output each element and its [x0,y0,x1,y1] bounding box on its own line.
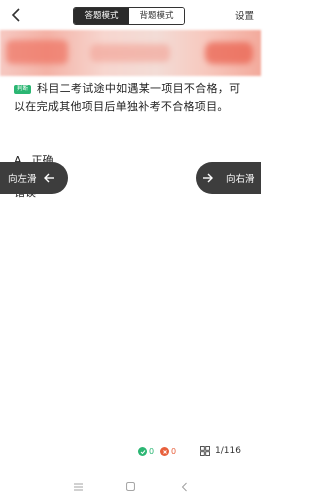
wrong-count: 0 [160,447,176,456]
ad-banner[interactable] [0,30,261,76]
back-icon[interactable] [180,482,189,492]
swipe-left-hint[interactable]: 向左滑 [0,162,68,194]
swipe-right-label: 向右滑 [226,174,255,185]
arrow-right-icon [202,172,214,184]
question-stem: 判断 科目二考试途中如遇某一项目不合格，可以在完成其他项目后单独补考不合格项目。 [14,80,248,116]
back-button[interactable] [8,6,26,24]
chevron-left-icon [11,8,20,22]
top-bar: 答题模式 背题模式 设置 [0,0,261,30]
question-progress[interactable]: 1/116 [200,446,241,456]
check-icon [138,447,147,456]
cross-icon [160,447,169,456]
home-icon[interactable] [126,482,135,491]
settings-button[interactable]: 设置 [235,8,254,22]
grid-icon [200,446,210,456]
tab-answer-mode[interactable]: 答题模式 [74,8,129,24]
mode-switch: 答题模式 背题模式 [73,7,185,25]
tab-review-mode[interactable]: 背题模式 [129,8,184,24]
arrow-left-icon [43,172,55,184]
question-text: 科目二考试途中如遇某一项目不合格，可以在完成其他项目后单独补考不合格项目。 [14,82,241,113]
question-type-badge: 判断 [14,85,32,94]
bottom-status-bar: 0 0 1/116 [0,442,261,464]
correct-count: 0 [138,447,154,456]
swipe-right-hint[interactable]: 向右滑 [196,162,261,194]
progress-text: 1/116 [215,446,241,456]
system-navigation-bar [0,474,261,500]
swipe-left-label: 向左滑 [8,174,37,185]
menu-icon[interactable] [74,483,83,491]
